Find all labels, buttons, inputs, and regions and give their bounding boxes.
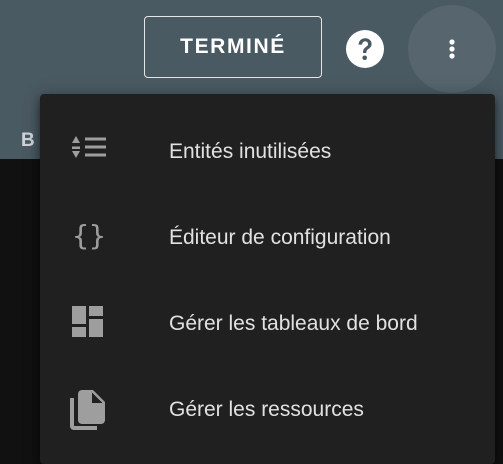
menu-item-label: Gérer les ressources (169, 398, 364, 421)
menu-item-label: Éditeur de configuration (169, 226, 391, 249)
tab-label-partial[interactable]: B (21, 130, 36, 152)
view-dashboard-icon (72, 306, 103, 337)
menu-item-config-editor[interactable]: {} Éditeur de configuration (40, 180, 495, 266)
menu-item-label: Entités inutilisées (169, 140, 332, 163)
help-button[interactable] (345, 29, 385, 69)
code-braces-icon: {} (72, 219, 106, 252)
file-multiple-icon (70, 390, 105, 430)
menu-item-label: Gérer les tableaux de bord (169, 312, 418, 335)
format-list-numbered-icon (72, 136, 106, 158)
more-options-button[interactable] (408, 5, 496, 93)
done-button[interactable]: TERMINÉ (144, 16, 322, 78)
dots-vertical-icon (449, 39, 455, 59)
overflow-menu: Entités inutilisées {} Éditeur de config… (40, 94, 495, 464)
menu-item-unused-entities[interactable]: Entités inutilisées (40, 94, 495, 180)
help-circle-icon (346, 30, 384, 68)
menu-item-manage-resources[interactable]: Gérer les ressources (40, 352, 495, 438)
svg-text:{}: {} (72, 219, 106, 252)
menu-item-manage-dashboards[interactable]: Gérer les tableaux de bord (40, 266, 495, 352)
